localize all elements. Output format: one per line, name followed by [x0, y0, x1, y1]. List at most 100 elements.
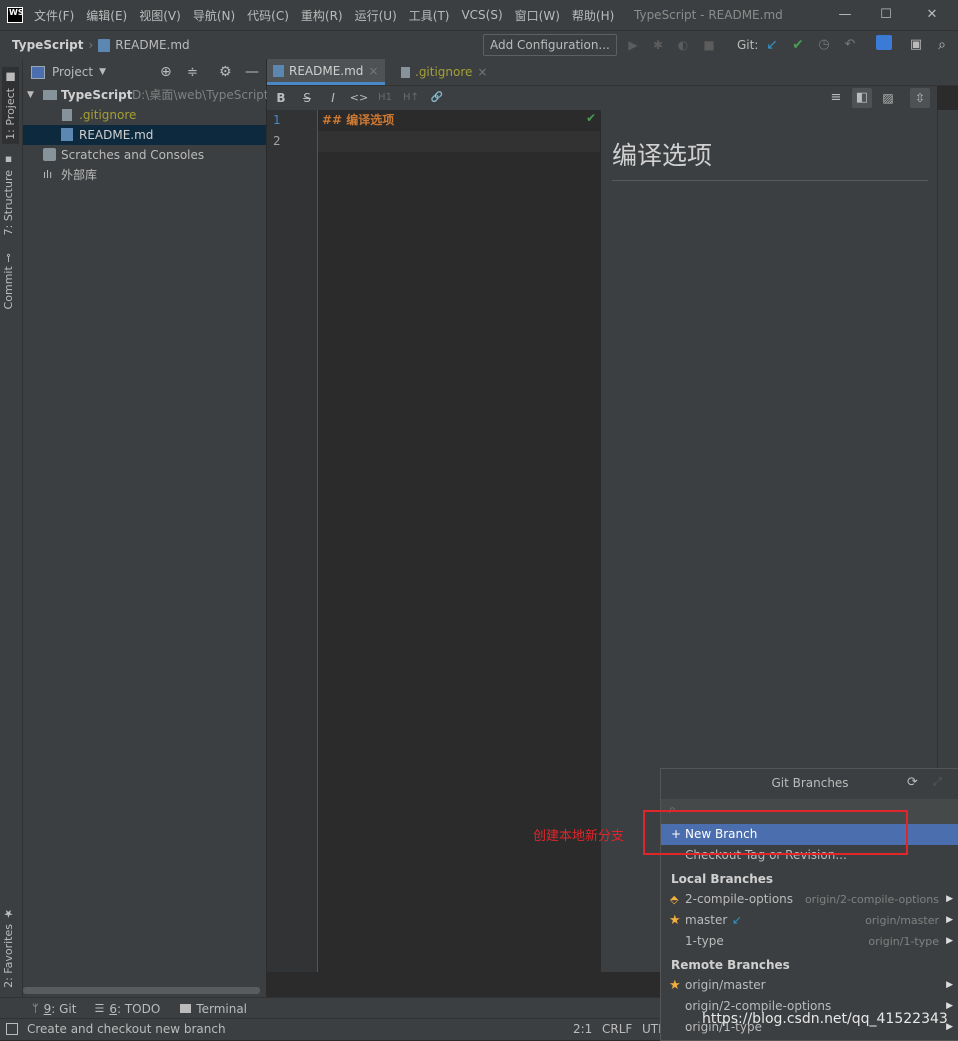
tool-tab-todo[interactable]: ☰ 6: TODO	[94, 1002, 160, 1016]
tree-item-external-libraries[interactable]: ılı 外部库	[23, 165, 266, 185]
link-button[interactable]: 🔗	[427, 88, 447, 108]
tool-tab-structure[interactable]: 7: Structure ▪	[2, 153, 15, 235]
caret-position[interactable]: 2:1	[573, 1019, 592, 1039]
chevron-down-icon[interactable]: ▼	[99, 67, 106, 77]
maximize-button[interactable]: ☐	[866, 0, 906, 30]
project-view-selector[interactable]: Project	[52, 65, 93, 79]
hide-panel-icon[interactable]: —	[245, 64, 259, 80]
remote-branch-origin-master[interactable]: ★ origin/master ▶	[661, 975, 958, 996]
breadcrumb-project[interactable]: TypeScript	[12, 38, 83, 52]
git-label: Git:	[737, 38, 759, 52]
close-window-button[interactable]: ✕	[912, 0, 952, 30]
branch-item-1-type[interactable]: 1-type origin/1-type ▶	[661, 931, 958, 952]
horizontal-scrollbar[interactable]	[23, 987, 260, 994]
tree-item-label: TypeScript	[61, 88, 133, 102]
menu-run[interactable]: 运行(U)	[349, 7, 403, 24]
branch-item-master[interactable]: ★ master ↙ origin/master ▶	[661, 910, 958, 931]
submenu-arrow-icon: ▶	[946, 894, 953, 904]
header-down-button[interactable]: H↑	[401, 88, 421, 108]
breadcrumb-file[interactable]: README.md	[115, 38, 189, 52]
tool-tab-terminal-label: Terminal	[196, 1001, 248, 1016]
stop-icon[interactable]: ■	[699, 35, 719, 55]
tool-tab-favorites-label: 2: Favorites	[2, 924, 15, 988]
git-rollback-icon[interactable]: ↶	[840, 35, 860, 55]
favorite-star-icon: ★	[669, 913, 681, 928]
tree-item-readme[interactable]: README.md	[23, 125, 266, 145]
tab-gitignore[interactable]: .gitignore ×	[395, 59, 493, 85]
section-header: Local Branches	[671, 872, 774, 886]
menu-bar: 文件(F) 编辑(E) 视图(V) 导航(N) 代码(C) 重构(R) 运行(U…	[28, 0, 620, 30]
tab-label: README.md	[289, 63, 364, 78]
markdown-toolbar: B S I <> H1 H↑ 🔗 ≡ ◧ ▨ ⇳	[267, 86, 937, 111]
project-structure-icon[interactable]: ▣	[906, 35, 926, 55]
line-number: 2	[273, 134, 281, 148]
header-up-button[interactable]: H1	[375, 88, 395, 108]
close-icon[interactable]: ×	[368, 58, 378, 84]
editor-line-2[interactable]	[318, 131, 600, 152]
branch-name: origin/master	[685, 978, 766, 992]
line-separator[interactable]: CRLF	[602, 1019, 632, 1039]
breadcrumb-separator-icon: ›	[88, 38, 94, 52]
menu-refactor[interactable]: 重构(R)	[295, 7, 349, 24]
todo-icon: ☰	[94, 1002, 105, 1015]
inspection-ok-icon: ✔	[586, 111, 597, 125]
editor-line-1[interactable]: ## 编译选项	[322, 110, 394, 131]
preview-only-icon[interactable]: ▨	[878, 88, 898, 108]
webstorm-logo: WS	[7, 7, 24, 23]
search-everywhere-icon[interactable]: ⌕	[932, 35, 952, 55]
tree-item-label: Scratches and Consoles	[61, 148, 205, 162]
menu-navigate[interactable]: 导航(N)	[187, 7, 241, 24]
submenu-arrow-icon: ▶	[946, 936, 953, 946]
menu-code[interactable]: 代码(C)	[241, 7, 295, 24]
commit-icon: ⊸	[2, 253, 15, 263]
gear-icon[interactable]: ⚙	[219, 64, 232, 80]
menu-file[interactable]: 文件(F)	[28, 7, 80, 24]
tool-tab-commit[interactable]: Commit ⊸	[2, 253, 15, 309]
add-configuration-button[interactable]: Add Configuration...	[483, 34, 617, 56]
coverage-icon[interactable]: ◐	[673, 35, 693, 55]
tool-tab-terminal[interactable]: Terminal	[180, 1002, 247, 1016]
locate-file-icon[interactable]: ⊕	[160, 64, 172, 80]
tree-item-root[interactable]: ▼ TypeScript D:\桌面\web\TypeScript	[23, 85, 269, 105]
tree-item-scratches[interactable]: Scratches and Consoles	[23, 145, 266, 165]
tool-tab-favorites[interactable]: 2: Favorites ★	[2, 907, 15, 988]
translate-icon[interactable]	[874, 35, 894, 55]
annotation-text: 创建本地新分支	[533, 829, 625, 844]
minimize-button[interactable]: —	[825, 0, 865, 30]
library-icon: ılı	[43, 168, 53, 181]
menu-window[interactable]: 窗口(W)	[509, 7, 566, 24]
folder-icon	[43, 90, 57, 100]
debug-icon[interactable]: ✱	[648, 35, 668, 55]
ignored-file-icon	[62, 109, 72, 121]
collapse-all-icon[interactable]: ≑	[187, 65, 198, 80]
local-branches-header: Local Branches	[661, 869, 958, 890]
git-update-icon[interactable]: ↙	[762, 35, 782, 55]
tool-windows-toggle-icon[interactable]	[6, 1023, 18, 1035]
line-number: 1	[273, 113, 281, 127]
scroll-sync-icon[interactable]: ⇳	[910, 88, 930, 108]
italic-button[interactable]: I	[323, 88, 343, 108]
close-icon[interactable]: ×	[477, 59, 487, 85]
editor-gutter: 1 2	[267, 110, 318, 972]
code-button[interactable]: <>	[349, 88, 369, 108]
bold-button[interactable]: B	[271, 88, 291, 108]
menu-tools[interactable]: 工具(T)	[403, 7, 456, 24]
run-icon[interactable]: ▶	[623, 35, 643, 55]
tracking-branch: origin/1-type	[868, 935, 939, 948]
tree-item-gitignore[interactable]: .gitignore	[23, 105, 266, 125]
editor-only-icon[interactable]: ≡	[826, 88, 846, 108]
pin-icon[interactable]: ⤢	[933, 775, 942, 789]
git-commit-icon[interactable]: ✔	[788, 35, 808, 55]
split-view-icon[interactable]: ◧	[852, 88, 872, 108]
tool-tab-project[interactable]: 1: Project ■	[2, 67, 19, 144]
tab-readme[interactable]: README.md ×	[267, 59, 385, 85]
menu-view[interactable]: 视图(V)	[133, 7, 187, 24]
branch-item-2-compile-options[interactable]: ⬘ 2-compile-options origin/2-compile-opt…	[661, 889, 958, 910]
git-history-icon[interactable]: ◷	[814, 35, 834, 55]
menu-vcs[interactable]: VCS(S)	[455, 8, 508, 22]
tool-tab-git[interactable]: ᛘ 9: Git	[32, 1002, 76, 1016]
refresh-icon[interactable]: ⟳	[907, 775, 918, 790]
strikethrough-button[interactable]: S	[297, 88, 317, 108]
menu-edit[interactable]: 编辑(E)	[80, 7, 133, 24]
menu-help[interactable]: 帮助(H)	[566, 7, 620, 24]
